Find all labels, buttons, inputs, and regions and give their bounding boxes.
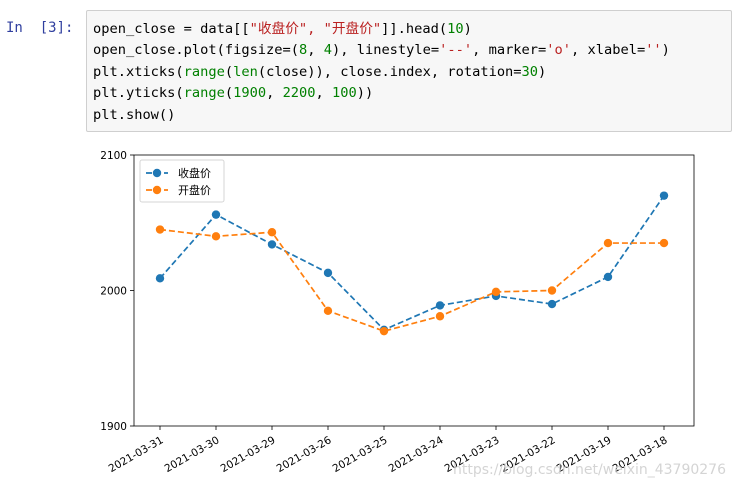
code-line: plt.show()	[93, 105, 670, 126]
code-token: open_close.plot(figsize=(	[93, 42, 300, 59]
code-editor[interactable]: open_close = data[["收盘价", "开盘价"]].head(1…	[93, 19, 670, 126]
code-token: 100	[332, 85, 357, 102]
data-point	[435, 301, 445, 310]
code-token: '--'	[439, 42, 473, 59]
code-token: )	[463, 21, 472, 37]
code-line: plt.xticks(range(len(close)), close.inde…	[93, 62, 670, 83]
cell-prompt: In [3]:	[6, 20, 74, 36]
y-tick-label: 2100	[100, 150, 127, 162]
data-point	[547, 286, 557, 295]
code-token: 'o'	[546, 42, 572, 59]
data-point	[603, 272, 613, 282]
data-point	[211, 232, 221, 241]
series-line	[159, 195, 665, 331]
code-token: )	[538, 63, 547, 80]
x-tick-label: 2021-03-29	[219, 434, 278, 475]
code-token: 4	[323, 42, 332, 59]
code-cell-input[interactable]: open_close = data[["收盘价", "开盘价"]].head(1…	[86, 10, 732, 132]
code-token: open_close = data[[	[93, 21, 250, 37]
data-point	[267, 228, 277, 237]
data-point	[603, 238, 613, 248]
cell-output: 1900 2000 2100 2021-03-31 2021-03-30 2021-03…	[86, 140, 734, 488]
legend: 收盘价开盘价	[139, 159, 225, 203]
data-point	[379, 326, 389, 336]
x-tick-label: 2021-03-26	[275, 434, 334, 475]
code-token: "收盘价", "开盘价"	[249, 21, 382, 37]
x-tick-label: 2021-03-25	[331, 434, 390, 475]
code-line: plt.yticks(range(1900, 2200, 100))	[93, 83, 670, 104]
line-chart: 190020002100 2021-03-312021-03-302021-03…	[100, 150, 726, 478]
code-token: 1900	[233, 85, 267, 102]
code-token: ))	[356, 85, 374, 102]
code-token: 10	[447, 21, 464, 37]
code-token: len	[233, 63, 258, 80]
code-token: (	[224, 63, 234, 80]
code-token: , marker=	[472, 42, 547, 59]
code-token: , xlabel=	[571, 42, 646, 59]
series-layer	[155, 191, 669, 336]
data-point	[323, 306, 333, 316]
data-point	[491, 287, 501, 297]
legend-label: 开盘价	[178, 183, 211, 197]
data-point	[547, 299, 557, 309]
y-tick-label: 2000	[100, 286, 127, 298]
code-token: )	[661, 42, 670, 59]
code-token: ,	[307, 42, 324, 59]
code-token: (close)), close.index, rotation=	[257, 63, 522, 80]
code-token: ,	[266, 85, 283, 102]
legend-label: 收盘价	[178, 166, 211, 180]
x-tick-label: 2021-03-24	[387, 434, 446, 475]
legend-marker	[152, 185, 162, 195]
data-point	[659, 238, 669, 248]
y-tick-label: 1900	[100, 421, 127, 433]
data-point	[267, 240, 277, 249]
series-line	[159, 228, 664, 333]
x-tick-label: 2021-03-30	[163, 434, 222, 475]
code-token: plt.xticks(	[93, 63, 184, 80]
code-token: ,	[315, 85, 333, 102]
code-line: open_close = data[["收盘价", "开盘价"]].head(1…	[93, 19, 670, 40]
code-token: plt.yticks(	[93, 85, 184, 102]
data-point	[323, 268, 333, 278]
code-token: (	[224, 85, 234, 102]
code-token: ]].head(	[381, 21, 448, 37]
watermark-text: https://blog.csdn.net/weixin_43790276	[453, 462, 726, 478]
data-point	[211, 210, 221, 219]
data-point	[659, 191, 669, 200]
y-axis: 1900 2000 2100	[100, 150, 134, 433]
data-point	[155, 225, 165, 234]
code-token: plt.show()	[93, 106, 176, 123]
code-token: ''	[645, 42, 662, 59]
code-token: 30	[521, 63, 539, 80]
legend-marker	[152, 168, 162, 178]
data-point	[435, 312, 445, 321]
series-2	[155, 225, 669, 336]
code-token: ), linestyle=	[332, 42, 440, 59]
series-1	[155, 191, 669, 334]
code-line: open_close.plot(figsize=(8, 4), linestyl…	[93, 40, 670, 61]
code-token: range	[183, 85, 225, 102]
code-token: 2200	[282, 85, 316, 102]
data-point	[155, 274, 165, 283]
code-token: range	[183, 63, 225, 80]
x-tick-label: 2021-03-31	[107, 434, 166, 475]
